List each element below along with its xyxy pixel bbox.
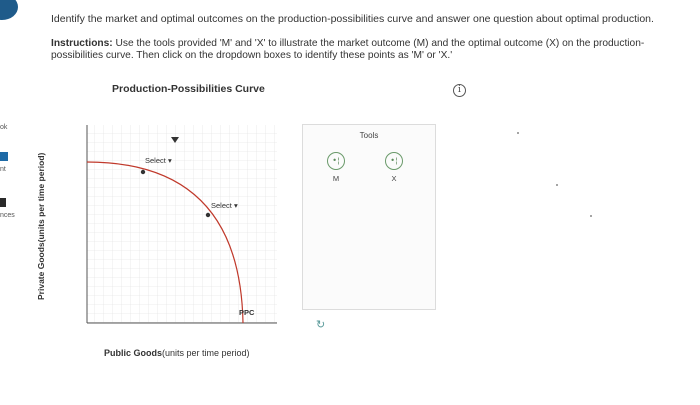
left-sidebar: ok nt nces [0, 0, 30, 405]
x-axis-label: Public Goods(units per time period) [104, 348, 250, 358]
sidebar-item-label: nt [0, 166, 6, 173]
ppc-label: PPC [239, 308, 255, 317]
point-lower[interactable] [205, 212, 211, 218]
dropdown-upper[interactable]: Select ▾ [145, 156, 172, 165]
chart-title: Production-Possibilities Curve [112, 83, 265, 95]
ppc-graph[interactable]: Select ▾ Select ▾ PPC [40, 115, 290, 340]
stray-dot [517, 132, 519, 134]
point-tool-icon: •¦ [327, 152, 345, 170]
stray-dot [590, 215, 592, 217]
tool-label: M [332, 174, 340, 183]
tools-panel: Tools •¦ M •¦ X [302, 124, 436, 310]
tool-m[interactable]: •¦ M [321, 152, 351, 183]
sidebar-item-label: nces [0, 212, 15, 219]
instructions: Instructions: Use the tools provided 'M'… [51, 38, 691, 62]
sidebar-logo [0, 0, 18, 20]
question-prompt: Identify the market and optimal outcomes… [51, 13, 654, 25]
tools-title: Tools [359, 131, 379, 140]
y-axis-label: Private Goods(units per time period) [36, 152, 46, 300]
info-icon[interactable]: i [453, 84, 466, 97]
sidebar-item-2[interactable]: nces [0, 212, 15, 219]
dropdown-lower[interactable]: Select ▾ [211, 201, 238, 210]
graph-grid [87, 125, 277, 323]
document-icon [0, 198, 6, 207]
tool-label: X [391, 174, 397, 183]
point-upper[interactable] [140, 169, 146, 175]
sidebar-item-0[interactable]: ok [0, 124, 7, 131]
flag-icon [0, 152, 8, 161]
sidebar-item-label: ok [0, 124, 8, 131]
reset-icon[interactable]: ↻ [316, 318, 325, 331]
instructions-text: Use the tools provided 'M' and 'X' to il… [51, 38, 645, 61]
instructions-label: Instructions: [51, 38, 113, 49]
tool-x[interactable]: •¦ X [379, 152, 409, 183]
point-tool-icon: •¦ [385, 152, 403, 170]
sidebar-item-1[interactable]: nt [0, 166, 6, 173]
stray-dot [556, 184, 558, 186]
